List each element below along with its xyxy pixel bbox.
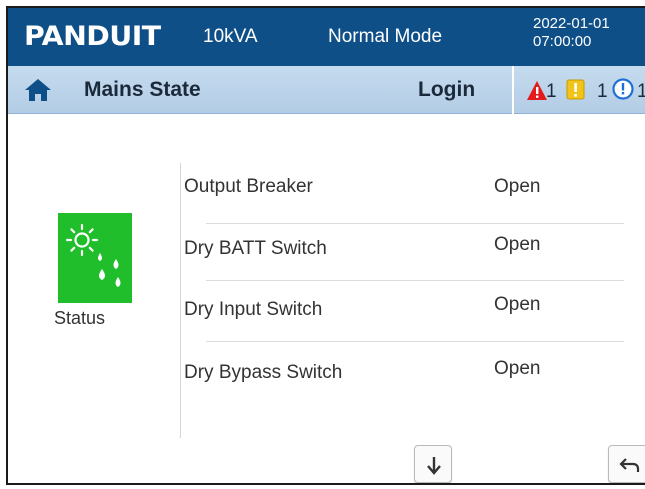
date-label: 2022-01-01: [533, 15, 610, 32]
caution-square-icon: [566, 79, 585, 100]
ups-screen: PANDUIT 10kVA Normal Mode 2022-01-01 07:…: [6, 6, 645, 485]
list-item: Dry BATT Switch Open: [184, 225, 624, 281]
operating-mode: Normal Mode: [328, 26, 443, 47]
item-name: Dry Input Switch: [184, 299, 323, 320]
status-label: Status: [54, 308, 106, 328]
row-divider: [206, 341, 624, 342]
brand-logo: PANDUIT: [24, 21, 161, 52]
down-arrow-icon: [427, 457, 441, 475]
home-icon[interactable]: [24, 77, 52, 103]
sub-bar: Mains State Login 1 1: [8, 66, 645, 114]
critical-count: 1: [546, 81, 557, 102]
scroll-down-button[interactable]: [414, 445, 452, 483]
list-item: Dry Input Switch Open: [184, 286, 624, 342]
rating-label: 10kVA: [203, 26, 258, 47]
item-value: Open: [494, 294, 541, 315]
login-button[interactable]: Login: [418, 78, 475, 102]
info-count: 1: [637, 81, 645, 103]
row-divider: [206, 280, 624, 281]
item-name: Output Breaker: [184, 176, 313, 197]
item-value: Open: [494, 358, 541, 379]
info-circle-icon: [612, 78, 634, 100]
page-title: Mains State: [84, 78, 201, 101]
back-button[interactable]: [608, 445, 645, 483]
row-divider: [206, 223, 624, 224]
warning-triangle-icon: [527, 81, 547, 100]
divider: [512, 66, 514, 114]
sun-rain-icon: [65, 223, 121, 287]
clock: 2022-01-01 07:00:00: [533, 15, 610, 51]
item-value: Open: [494, 234, 541, 255]
back-arrow-icon: [619, 458, 640, 472]
item-name: Dry BATT Switch: [184, 238, 327, 259]
list-item: Output Breaker Open: [184, 168, 624, 224]
status-tile[interactable]: [58, 213, 132, 303]
item-value: Open: [494, 176, 541, 197]
list-item: Dry Bypass Switch Open: [184, 348, 624, 404]
minor-count: 1: [597, 81, 608, 102]
time-label: 07:00:00: [533, 33, 592, 50]
item-name: Dry Bypass Switch: [184, 362, 343, 383]
top-bar: PANDUIT 10kVA Normal Mode 2022-01-01 07:…: [8, 8, 645, 66]
panel-divider: [180, 163, 181, 438]
